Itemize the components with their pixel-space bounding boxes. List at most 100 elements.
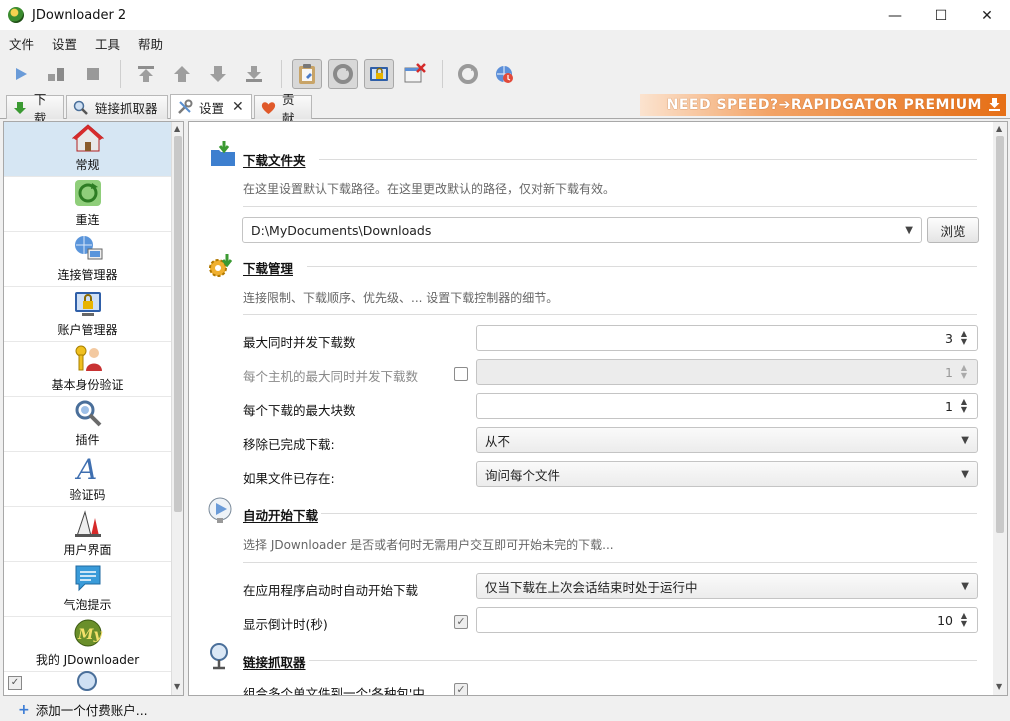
spinner-arrows-icon[interactable]: ▲ ▼ — [959, 612, 969, 628]
combine-files-checkbox[interactable]: ✓ — [454, 683, 468, 695]
tab-settings[interactable]: 设置 ✕ — [170, 94, 252, 119]
update-check-button[interactable] — [489, 59, 519, 89]
clipboard-icon — [299, 64, 315, 84]
max-per-host-label: 每个主机的最大同时并发下载数 — [243, 369, 419, 384]
countdown-checkbox[interactable]: ✓ — [454, 615, 468, 629]
menu-tools[interactable]: 工具 — [86, 34, 129, 53]
section-divider — [243, 562, 977, 563]
settings-scrollbar[interactable]: ▲ ▼ — [993, 122, 1007, 695]
sidebar-item-more[interactable] — [4, 669, 171, 695]
sidebar-item-reconnect[interactable]: 重连 — [4, 177, 171, 232]
svg-text:My: My — [77, 627, 102, 643]
max-chunks-value: 1 — [945, 398, 953, 414]
tab-downloads[interactable]: 下载 — [6, 92, 64, 126]
tab-linkgrabber[interactable]: 链接抓取器 — [66, 95, 168, 119]
sidebar-item-bubble-notify[interactable]: 气泡提示 — [4, 562, 171, 617]
max-sim-downloads-label: 最大同时并发下载数 — [243, 335, 356, 350]
section-divider — [243, 314, 977, 315]
section-divider — [243, 206, 977, 207]
max-per-host-checkbox[interactable] — [454, 367, 468, 381]
countdown-spinner[interactable]: 10 ▲ ▼ — [476, 607, 978, 633]
spinner-arrows-icon[interactable]: ▲ ▼ — [959, 364, 969, 380]
scroll-down-icon[interactable]: ▼ — [174, 682, 180, 691]
stop-downloads-button[interactable] — [78, 59, 108, 89]
rapidgator-premium-banner[interactable]: NEED SPEED?➔RAPIDGATOR PREMIUM — [640, 94, 1006, 116]
sidebar-scroll-thumb[interactable] — [174, 136, 182, 512]
sidebar-item-account-manager[interactable]: 账户管理器 — [4, 287, 171, 342]
download-banner-icon — [989, 98, 1000, 111]
move-bottom-button[interactable] — [239, 59, 269, 89]
countdown-label: 显示倒计时(秒) — [243, 617, 328, 632]
spinner-arrows-icon[interactable]: ▲ ▼ — [959, 398, 969, 414]
sidebar-item-general[interactable]: 常规 — [4, 122, 171, 177]
tab-close-icon[interactable]: ✕ — [232, 99, 244, 115]
sidebar-item-connection-manager[interactable]: 连接管理器 — [4, 232, 171, 287]
max-sim-downloads-spinner[interactable]: 3 ▲ ▼ — [476, 325, 978, 351]
download-management-gear-icon — [209, 254, 233, 277]
max-chunks-label: 每个下载的最大块数 — [243, 403, 356, 418]
move-to-top-icon — [138, 66, 154, 82]
tab-contribute[interactable]: 贡献 — [254, 92, 312, 126]
download-path-combo[interactable]: D:\MyDocuments\Downloads ▼ — [242, 217, 922, 243]
sidebar-scrollbar[interactable]: ▲ ▼ — [171, 122, 183, 695]
premium-toggle-button[interactable] — [364, 59, 394, 89]
menu-help[interactable]: 帮助 — [129, 34, 172, 53]
download-arrow-icon — [13, 100, 28, 116]
move-top-button[interactable] — [131, 59, 161, 89]
scroll-up-icon[interactable]: ▲ — [996, 124, 1002, 133]
scroll-up-icon[interactable]: ▲ — [174, 124, 180, 133]
section-divider — [307, 266, 977, 267]
window-controls: — ☐ ✕ — [872, 0, 1010, 31]
auto-start-combo[interactable]: 仅当下载在上次会话结束时处于运行中 ▼ — [476, 573, 978, 599]
menu-settings[interactable]: 设置 — [43, 34, 86, 53]
sidebar-item-user-interface[interactable]: 用户界面 — [4, 507, 171, 562]
max-per-host-spinner[interactable]: 1 ▲ ▼ — [476, 359, 978, 385]
remove-finished-combo[interactable]: 从不 ▼ — [476, 427, 978, 453]
browse-button[interactable]: 浏览 — [927, 217, 979, 243]
section-title-download-folder: 下载文件夹 — [243, 153, 306, 168]
chevron-down-icon: ▼ — [961, 434, 969, 446]
sidebar-checkbox[interactable]: ✓ — [8, 676, 22, 690]
toolbar-separator — [281, 60, 282, 88]
start-downloads-button[interactable] — [6, 59, 36, 89]
account-manager-icon — [72, 287, 104, 319]
add-account-plus-icon: + — [18, 701, 30, 718]
minimize-button[interactable]: — — [872, 0, 918, 31]
sidebar-item-basic-auth[interactable]: 基本身份验证 — [4, 342, 171, 397]
reconnect-icon — [458, 64, 478, 84]
sidebar-item-my-jdownloader[interactable]: My 我的 JDownloader — [4, 617, 171, 672]
play-icon — [16, 68, 27, 80]
close-window-button[interactable]: ✕ — [964, 0, 1010, 31]
move-up-button[interactable] — [167, 59, 197, 89]
silent-mode-button[interactable] — [400, 59, 430, 89]
my-jdownloader-icon: My — [72, 617, 104, 649]
tab-label: 链接抓取器 — [95, 101, 158, 116]
sidebar-item-captcha[interactable]: A 验证码 — [4, 452, 171, 507]
chevron-down-icon: ▼ — [961, 468, 969, 480]
file-exists-combo[interactable]: 询问每个文件 ▼ — [476, 461, 978, 487]
settings-tools-icon — [177, 99, 193, 115]
pause-downloads-button[interactable] — [42, 59, 72, 89]
linkgrabber-icon — [73, 100, 89, 116]
search-plugin-icon — [72, 669, 104, 691]
clipboard-monitor-button[interactable] — [292, 59, 322, 89]
bubble-notify-icon — [72, 562, 104, 594]
sidebar-item-plugins[interactable]: 插件 — [4, 397, 171, 452]
section-title-auto-start: 自动开始下载 — [243, 508, 319, 523]
scroll-down-icon[interactable]: ▼ — [996, 682, 1002, 691]
sidebar-item-label: 连接管理器 — [57, 268, 118, 282]
maximize-button[interactable]: ☐ — [918, 0, 964, 31]
auto-reconnect-button[interactable] — [328, 59, 358, 89]
countdown-value: 10 — [937, 612, 953, 628]
remove-finished-label: 移除已完成下载: — [243, 437, 335, 452]
settings-scroll-thumb[interactable] — [996, 136, 1004, 533]
add-premium-account-link[interactable]: 添加一个付费账户... — [36, 700, 148, 719]
menu-file[interactable]: 文件 — [0, 34, 43, 53]
menu-bar: 文件 设置 工具 帮助 — [0, 31, 1010, 55]
premium-lock-icon — [370, 67, 388, 81]
reconnect-now-button[interactable] — [453, 59, 483, 89]
spinner-arrows-icon[interactable]: ▲ ▼ — [959, 330, 969, 346]
move-down-button[interactable] — [203, 59, 233, 89]
max-chunks-spinner[interactable]: 1 ▲ ▼ — [476, 393, 978, 419]
tab-label: 设置 — [199, 100, 225, 116]
